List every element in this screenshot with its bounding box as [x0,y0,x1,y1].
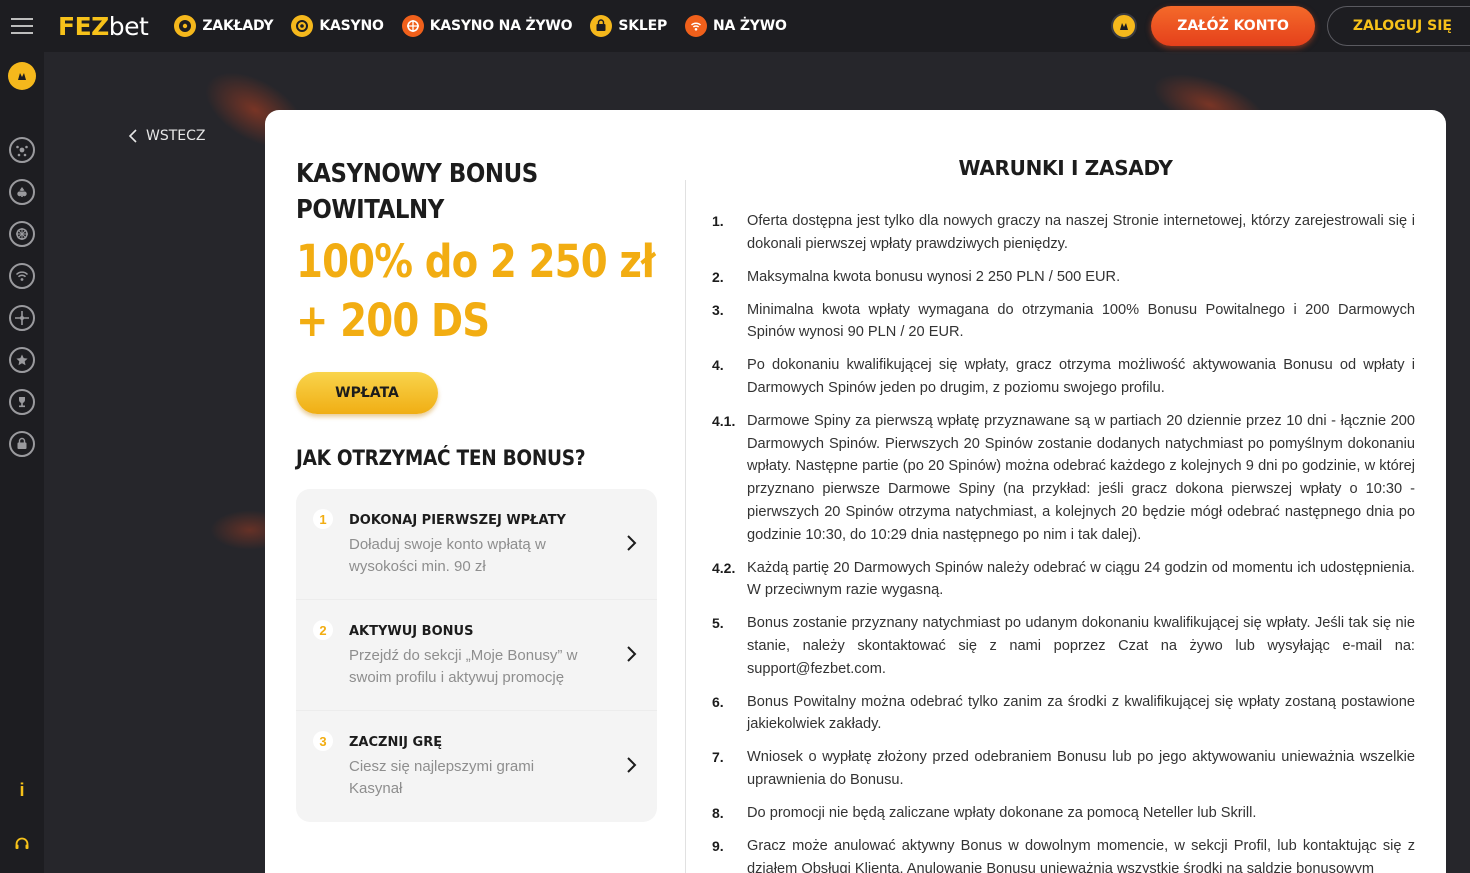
logo[interactable]: FEZbet [58,12,149,41]
bonus-card: KASYNOWY BONUS POWITALNY 100% do 2 250 z… [265,110,1446,873]
chevron-right-icon [627,757,637,773]
term-item: 4.2. Każdą partię 20 Darmowych Spinów nal… [712,557,1415,603]
term-text: Bonus zostanie przyznany natychmiast po … [747,615,1415,677]
left-sidebar: i [0,52,44,873]
register-button[interactable]: ZAŁÓŻ KONTO [1151,6,1315,46]
term-item: 8. Do promocji nie będą zaliczane wpłaty … [712,802,1415,825]
step-description: Doładuj swoje konto wpłatą w wysokości m… [349,536,546,575]
info-icon[interactable]: i [9,777,35,803]
term-item: 3. Minimalna kwota wpłaty wymagana do otr… [712,299,1415,345]
nav-item-kasyno-na-zywo[interactable]: KASYNO NA ŻYWO [401,15,573,37]
back-link[interactable]: WSTECZ [128,128,206,144]
term-text: Minimalna kwota wpłaty wymagana do otrzy… [747,301,1415,341]
casino-chip-icon[interactable] [9,179,35,205]
casino-chip-icon [291,15,314,37]
step-description: Ciesz się najlepszymi grami Kasynał [349,758,535,797]
step-item[interactable]: 2 AKTYWUJ BONUS Przejdź do sekcji „Moje … [296,600,657,711]
live-signal-icon [685,15,708,37]
term-item: 7. Wniosek o wypłatę złożony przed odebra… [712,746,1415,792]
step-item[interactable]: 3 ZACZNIJ GRĘ Ciesz się najlepszymi gram… [296,711,657,822]
trophy-icon[interactable] [9,389,35,415]
how-to-title: JAK OTRZYMAĆ TEN BONUS? [296,446,586,470]
term-number: 1. [712,213,724,229]
term-number: 4. [712,357,724,374]
term-text: Po dokonaniu kwalifikującej się wpłaty, … [747,357,1415,396]
term-number: 8. [712,804,724,821]
nav-item-na-zywo[interactable]: NA ŻYWO [685,15,787,37]
chevron-right-icon [627,535,637,551]
terms-list: 1. Oferta dostępna jest tylko dla nowych … [712,210,1415,873]
term-text: Oferta dostępna jest tylko dla nowych gr… [747,213,1415,252]
term-text: Bonus Powitalny można odebrać tylko zani… [747,693,1415,733]
term-item: 5. Bonus zostanie przyznany natychmiast p… [712,612,1415,680]
login-button[interactable]: ZALOGUJ SIĘ [1326,6,1470,46]
nav-item-zaklady[interactable]: ZAKŁADY [174,15,274,37]
term-number: 6. [712,693,724,710]
step-title: AKTYWUJ BONUS [349,624,474,639]
term-number: 3. [712,301,724,318]
chevron-right-icon [627,646,637,662]
term-text: Gracz może anulować aktywny Bonus w dowo… [747,837,1415,873]
step-title: ZACZNIJ GRĘ [349,735,443,750]
menu-icon[interactable] [0,0,44,52]
term-text: Do promocji nie będą zaliczane wpłaty do… [747,804,1257,821]
term-text: Darmowe Spiny za pierwszą wpłatę przyzna… [747,412,1415,543]
bonus-title: KASYNOWY BONUS POWITALNY [296,159,538,225]
steps-list: 1 DOKONAJ PIERWSZEJ WPŁATY Doładuj swoje… [296,489,657,822]
term-item: 9. Gracz może anulować aktywny Bonus w do… [712,835,1415,873]
term-item: 4.1. Darmowe Spiny za pierwszą wpłatę prz… [712,410,1415,547]
shop-bag-icon [590,15,613,37]
term-number: 4.2. [712,559,736,576]
term-number: 2. [712,268,724,285]
term-number: 7. [712,749,724,766]
roulette-icon[interactable] [9,221,35,247]
nav-item-kasyno[interactable]: KASYNO [291,15,384,37]
term-number: 4.1. [712,412,736,429]
bonus-summary: KASYNOWY BONUS POWITALNY 100% do 2 250 z… [296,156,657,822]
divider [685,180,686,873]
step-description: Przejdź do sekcji „Moje Bonusy” w swoim … [349,647,578,686]
term-item: 6. Bonus Powitalny można odebrać tylko za… [712,691,1415,737]
step-number: 2 [313,620,333,640]
shop-bag-icon[interactable] [9,431,35,457]
step-item[interactable]: 1 DOKONAJ PIERWSZEJ WPŁATY Doładuj swoje… [296,489,657,600]
nav-item-sklep[interactable]: SKLEP [590,15,667,37]
deposit-button[interactable]: WPŁATA [296,372,438,414]
term-item: 2. Maksymalna kwota bonusu wynosi 2 250 P… [712,266,1415,289]
terms-title: WARUNKI I ZASADY [958,156,1173,180]
vip-icon[interactable] [1111,13,1138,39]
step-title: DOKONAJ PIERWSZEJ WPŁATY [349,513,566,528]
top-bar: FEZbet ZAKŁADY KASYNO KASYNO NA ŻYWO SKL… [0,0,1470,52]
term-text: Każdą partię 20 Darmowych Spinów należy … [747,559,1415,599]
term-text: Wniosek o wypłatę złożony przed odebrani… [747,749,1415,788]
star-icon[interactable] [9,347,35,373]
term-text: Maksymalna kwota bonusu wynosi 2 250 PLN… [747,268,1121,285]
vip-icon[interactable] [8,62,36,90]
main-nav: ZAKŁADY KASYNO KASYNO NA ŻYWO SKLEP NA Ż… [174,15,804,37]
bonus-amount: 100% do 2 250 zł + 200 DS [296,235,655,347]
support-headset-icon[interactable] [9,831,35,857]
term-item: 1. Oferta dostępna jest tylko dla nowych … [712,210,1415,256]
step-number: 3 [313,731,333,751]
term-item: 4. Po dokonaniu kwalifikującej się wpłaty… [712,354,1415,400]
soccer-ball-icon[interactable] [9,137,35,163]
soccer-ball-icon [174,15,197,37]
term-number: 5. [712,615,724,632]
step-number: 1 [313,509,333,529]
live-signal-icon[interactable] [9,263,35,289]
term-number: 9. [712,837,724,854]
roulette-icon [401,15,424,37]
chevron-left-icon [128,129,137,143]
wheel-icon[interactable] [9,305,35,331]
